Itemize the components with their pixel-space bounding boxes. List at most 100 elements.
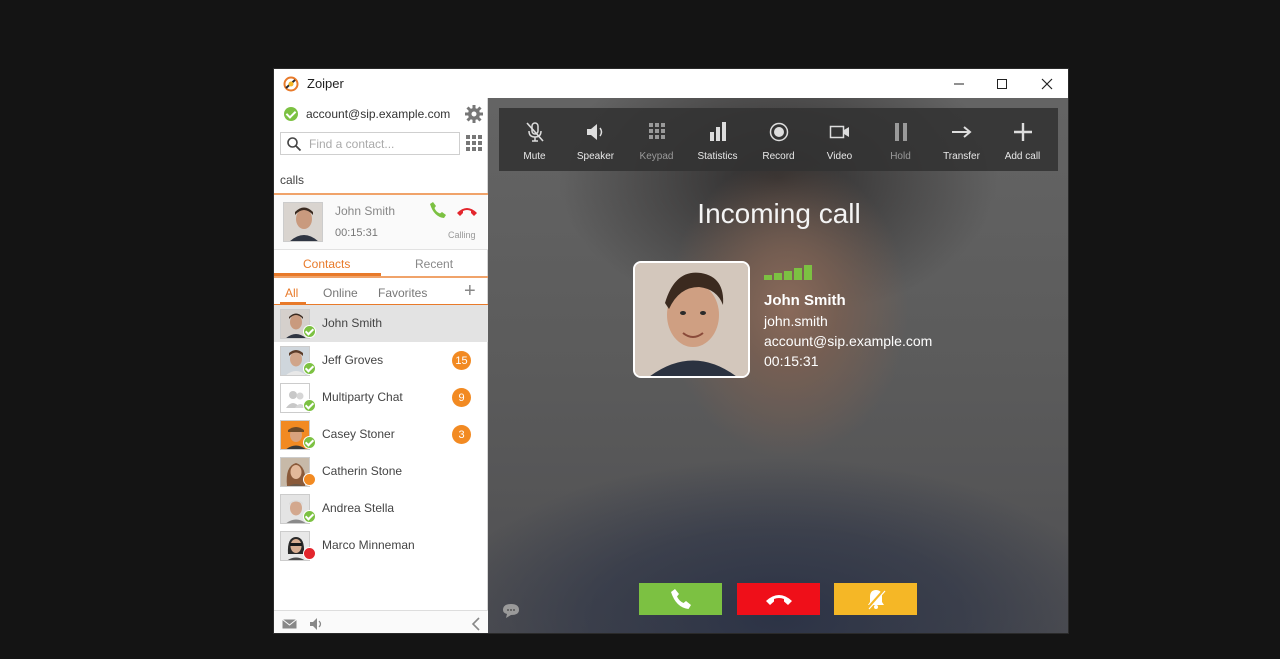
close-icon <box>1041 78 1053 89</box>
contact-item[interactable]: John Smith <box>274 305 488 342</box>
title-bar: Zoiper <box>274 69 1068 98</box>
plus-icon <box>1014 123 1032 141</box>
unread-badge: 15 <box>452 351 471 370</box>
add-call-button[interactable]: Add call <box>992 108 1053 171</box>
maximize-icon <box>997 78 1007 89</box>
phone-answer-icon[interactable] <box>429 201 447 219</box>
status-busy-icon <box>303 547 316 560</box>
status-online-icon <box>303 436 316 449</box>
app-title: Zoiper <box>307 76 344 91</box>
pause-icon <box>895 123 907 141</box>
contact-name: Marco Minneman <box>322 538 415 552</box>
person-photo-icon <box>635 263 748 376</box>
phone-answer-icon <box>670 589 691 609</box>
search-box <box>280 132 460 155</box>
contact-name: Catherin Stone <box>322 464 403 478</box>
sidebar: account@sip.example.com calls <box>274 98 488 633</box>
tool-label: Speaker <box>576 151 615 162</box>
phone-hangup-icon[interactable] <box>456 205 478 217</box>
microphone-muted-icon <box>526 122 544 142</box>
tool-label: Transfer <box>943 151 980 162</box>
contact-name: Multiparty Chat <box>322 390 403 404</box>
video-button[interactable]: Video <box>809 108 870 171</box>
transfer-arrow-icon <box>952 126 972 138</box>
minimize-icon <box>954 83 964 84</box>
caller-photo <box>633 261 750 378</box>
zoiper-logo-icon <box>283 76 299 92</box>
phone-hangup-icon <box>765 595 792 605</box>
contact-name: Jeff Groves <box>322 353 384 367</box>
tool-label: Hold <box>890 151 911 162</box>
status-online-icon <box>303 399 316 412</box>
search-icon <box>287 137 302 152</box>
call-toolbar: Mute Speaker Keypad Statistics Record Vi… <box>499 108 1058 171</box>
unread-badge: 9 <box>452 388 471 407</box>
maximize-button[interactable] <box>979 69 1025 98</box>
contact-item[interactable]: Multiparty Chat 9 <box>274 379 488 416</box>
statistics-button[interactable]: Statistics <box>687 108 748 171</box>
caller-account: account@sip.example.com <box>764 333 933 349</box>
speaker-icon[interactable] <box>309 617 325 631</box>
close-button[interactable] <box>1024 69 1068 98</box>
mute-button[interactable]: Mute <box>504 108 565 171</box>
filter-online[interactable]: Online <box>323 286 358 300</box>
call-status-text: Calling <box>448 230 476 240</box>
unread-badge: 3 <box>452 425 471 444</box>
bell-muted-icon <box>866 589 885 610</box>
add-contact-button[interactable]: + <box>464 281 476 301</box>
call-duration: 00:15:31 <box>764 353 819 369</box>
signal-strength-icon <box>764 265 812 280</box>
zoiper-window: Zoiper account@sip.example.com Find a co… <box>273 68 1069 634</box>
active-tab-indicator <box>274 273 381 276</box>
status-online-icon <box>303 325 316 338</box>
account-name: account@sip.example.com <box>306 107 451 121</box>
contact-name: Casey Stoner <box>322 427 395 441</box>
contact-name: John Smith <box>322 316 383 330</box>
call-view: Mute Speaker Keypad Statistics Record Vi… <box>488 98 1068 633</box>
speaker-button[interactable]: Speaker <box>565 108 626 171</box>
caller-username: john.smith <box>764 313 828 329</box>
dialpad-grid-icon[interactable] <box>466 135 482 151</box>
record-button[interactable]: Record <box>748 108 809 171</box>
active-call-item[interactable]: John Smith 00:15:31 Calling <box>274 195 488 250</box>
incoming-call-title: Incoming call <box>697 198 861 229</box>
mail-icon[interactable] <box>282 619 297 629</box>
tab-recent[interactable]: Recent <box>415 257 453 271</box>
contact-item[interactable]: Catherin Stone <box>274 453 488 490</box>
search-input[interactable] <box>309 135 457 153</box>
keypad-button[interactable]: Keypad <box>626 108 687 171</box>
calls-section-label: calls <box>280 173 305 187</box>
contact-item[interactable]: Jeff Groves 15 <box>274 342 488 379</box>
contact-name: Andrea Stella <box>322 501 395 515</box>
tool-label: Video <box>826 151 853 162</box>
tab-contacts[interactable]: Contacts <box>303 257 350 271</box>
contact-filters: All Online Favorites + <box>274 281 488 305</box>
contact-item[interactable]: Andrea Stella <box>274 490 488 527</box>
transfer-button[interactable]: Transfer <box>931 108 992 171</box>
account-row[interactable]: account@sip.example.com <box>274 98 488 130</box>
account-status-icon <box>284 107 298 121</box>
tool-label: Record <box>762 151 795 162</box>
status-online-icon <box>303 510 316 523</box>
silence-button[interactable] <box>834 583 917 615</box>
filter-all[interactable]: All <box>285 286 298 300</box>
contacts-tabs: Contacts Recent <box>274 251 488 278</box>
keypad-icon <box>649 123 665 139</box>
filter-favorites[interactable]: Favorites <box>378 286 427 300</box>
hold-button[interactable]: Hold <box>870 108 931 171</box>
gear-icon[interactable] <box>464 104 484 124</box>
contact-item[interactable]: Marco Minneman <box>274 527 488 564</box>
contact-item[interactable]: Casey Stoner 3 <box>274 416 488 453</box>
tool-label: Mute <box>523 151 546 162</box>
call-contact-name: John Smith <box>335 204 396 218</box>
tool-label: Keypad <box>639 151 674 162</box>
minimize-button[interactable] <box>936 69 982 98</box>
video-icon <box>829 125 849 139</box>
status-online-icon <box>303 362 316 375</box>
chat-bubble-icon[interactable] <box>502 603 520 619</box>
answer-button[interactable] <box>639 583 722 615</box>
call-duration: 00:15:31 <box>335 227 378 239</box>
chevron-left-icon[interactable] <box>471 617 481 631</box>
reject-button[interactable] <box>737 583 820 615</box>
statistics-icon <box>710 122 726 141</box>
